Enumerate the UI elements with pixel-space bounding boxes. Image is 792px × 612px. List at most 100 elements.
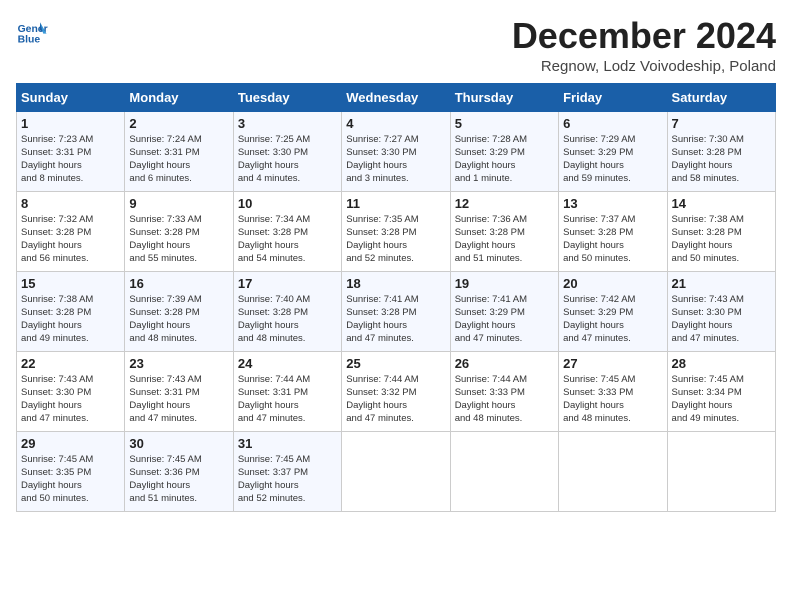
calendar-day-cell: 13 Sunrise: 7:37 AMSunset: 3:28 PMDayligh… xyxy=(559,191,667,271)
weekday-header: Monday xyxy=(125,83,233,111)
calendar-day-cell: 3 Sunrise: 7:25 AMSunset: 3:30 PMDaylight… xyxy=(233,111,341,191)
calendar-day-cell: 4 Sunrise: 7:27 AMSunset: 3:30 PMDaylight… xyxy=(342,111,450,191)
calendar-day-cell xyxy=(559,431,667,511)
calendar-day-cell: 14 Sunrise: 7:38 AMSunset: 3:28 PMDayligh… xyxy=(667,191,775,271)
weekday-header: Friday xyxy=(559,83,667,111)
day-number: 22 xyxy=(21,356,120,371)
day-info: Sunrise: 7:29 AMSunset: 3:29 PMDaylight … xyxy=(563,134,635,185)
day-number: 10 xyxy=(238,196,337,211)
day-info: Sunrise: 7:45 AMSunset: 3:34 PMDaylight … xyxy=(672,374,744,425)
calendar-day-cell: 19 Sunrise: 7:41 AMSunset: 3:29 PMDayligh… xyxy=(450,271,558,351)
day-info: Sunrise: 7:40 AMSunset: 3:28 PMDaylight … xyxy=(238,294,310,345)
calendar-day-cell: 27 Sunrise: 7:45 AMSunset: 3:33 PMDayligh… xyxy=(559,351,667,431)
day-info: Sunrise: 7:34 AMSunset: 3:28 PMDaylight … xyxy=(238,214,310,265)
day-number: 6 xyxy=(563,116,662,131)
day-number: 31 xyxy=(238,436,337,451)
calendar-day-cell: 31 Sunrise: 7:45 AMSunset: 3:37 PMDayligh… xyxy=(233,431,341,511)
calendar-day-cell: 1 Sunrise: 7:23 AMSunset: 3:31 PMDaylight… xyxy=(17,111,125,191)
day-number: 13 xyxy=(563,196,662,211)
logo: General Blue xyxy=(16,16,48,48)
calendar-day-cell: 11 Sunrise: 7:35 AMSunset: 3:28 PMDayligh… xyxy=(342,191,450,271)
day-info: Sunrise: 7:39 AMSunset: 3:28 PMDaylight … xyxy=(129,294,201,345)
weekday-header-row: SundayMondayTuesdayWednesdayThursdayFrid… xyxy=(17,83,776,111)
day-info: Sunrise: 7:36 AMSunset: 3:28 PMDaylight … xyxy=(455,214,527,265)
day-number: 25 xyxy=(346,356,445,371)
day-info: Sunrise: 7:44 AMSunset: 3:32 PMDaylight … xyxy=(346,374,418,425)
day-number: 1 xyxy=(21,116,120,131)
day-info: Sunrise: 7:38 AMSunset: 3:28 PMDaylight … xyxy=(672,214,744,265)
day-number: 12 xyxy=(455,196,554,211)
day-number: 8 xyxy=(21,196,120,211)
day-info: Sunrise: 7:38 AMSunset: 3:28 PMDaylight … xyxy=(21,294,93,345)
day-number: 16 xyxy=(129,276,228,291)
day-number: 28 xyxy=(672,356,771,371)
day-number: 9 xyxy=(129,196,228,211)
day-info: Sunrise: 7:43 AMSunset: 3:30 PMDaylight … xyxy=(672,294,744,345)
weekday-header: Sunday xyxy=(17,83,125,111)
day-info: Sunrise: 7:44 AMSunset: 3:31 PMDaylight … xyxy=(238,374,310,425)
calendar-week-row: 22Sunrise: 7:43 AMSunset: 3:30 PMDayligh… xyxy=(17,351,776,431)
svg-text:Blue: Blue xyxy=(18,34,41,45)
title-block: December 2024 Regnow, Lodz Voivodeship, … xyxy=(512,16,776,75)
day-number: 19 xyxy=(455,276,554,291)
header: General Blue December 2024 Regnow, Lodz … xyxy=(16,16,776,75)
calendar-day-cell xyxy=(450,431,558,511)
day-number: 27 xyxy=(563,356,662,371)
day-number: 14 xyxy=(672,196,771,211)
day-info: Sunrise: 7:24 AMSunset: 3:31 PMDaylight … xyxy=(129,134,201,185)
calendar-week-row: 29Sunrise: 7:45 AMSunset: 3:35 PMDayligh… xyxy=(17,431,776,511)
day-info: Sunrise: 7:45 AMSunset: 3:37 PMDaylight … xyxy=(238,454,310,505)
calendar-day-cell: 23Sunrise: 7:43 AMSunset: 3:31 PMDayligh… xyxy=(125,351,233,431)
day-info: Sunrise: 7:32 AMSunset: 3:28 PMDaylight … xyxy=(21,214,93,265)
calendar-day-cell: 16 Sunrise: 7:39 AMSunset: 3:28 PMDayligh… xyxy=(125,271,233,351)
day-info: Sunrise: 7:25 AMSunset: 3:30 PMDaylight … xyxy=(238,134,310,185)
calendar-table: SundayMondayTuesdayWednesdayThursdayFrid… xyxy=(16,83,776,512)
calendar-day-cell: 21Sunrise: 7:43 AMSunset: 3:30 PMDayligh… xyxy=(667,271,775,351)
calendar-day-cell: 24Sunrise: 7:44 AMSunset: 3:31 PMDayligh… xyxy=(233,351,341,431)
day-info: Sunrise: 7:45 AMSunset: 3:33 PMDaylight … xyxy=(563,374,635,425)
day-number: 3 xyxy=(238,116,337,131)
calendar-day-cell: 20 Sunrise: 7:42 AMSunset: 3:29 PMDayligh… xyxy=(559,271,667,351)
calendar-day-cell: 29Sunrise: 7:45 AMSunset: 3:35 PMDayligh… xyxy=(17,431,125,511)
logo-icon: General Blue xyxy=(16,16,48,48)
day-number: 18 xyxy=(346,276,445,291)
day-number: 29 xyxy=(21,436,120,451)
weekday-header: Wednesday xyxy=(342,83,450,111)
day-info: Sunrise: 7:41 AMSunset: 3:28 PMDaylight … xyxy=(346,294,418,345)
calendar-day-cell: 28 Sunrise: 7:45 AMSunset: 3:34 PMDayligh… xyxy=(667,351,775,431)
day-number: 4 xyxy=(346,116,445,131)
day-number: 15 xyxy=(21,276,120,291)
calendar-week-row: 8 Sunrise: 7:32 AMSunset: 3:28 PMDaylight… xyxy=(17,191,776,271)
day-number: 26 xyxy=(455,356,554,371)
day-number: 17 xyxy=(238,276,337,291)
calendar-subtitle: Regnow, Lodz Voivodeship, Poland xyxy=(512,58,776,75)
day-number: 7 xyxy=(672,116,771,131)
calendar-day-cell: 5Sunrise: 7:28 AMSunset: 3:29 PMDaylight… xyxy=(450,111,558,191)
day-info: Sunrise: 7:28 AMSunset: 3:29 PMDaylight … xyxy=(455,134,527,185)
calendar-day-cell: 15 Sunrise: 7:38 AMSunset: 3:28 PMDayligh… xyxy=(17,271,125,351)
day-info: Sunrise: 7:23 AMSunset: 3:31 PMDaylight … xyxy=(21,134,93,185)
day-number: 11 xyxy=(346,196,445,211)
day-info: Sunrise: 7:41 AMSunset: 3:29 PMDaylight … xyxy=(455,294,527,345)
calendar-day-cell xyxy=(667,431,775,511)
day-info: Sunrise: 7:44 AMSunset: 3:33 PMDaylight … xyxy=(455,374,527,425)
day-number: 23 xyxy=(129,356,228,371)
day-number: 20 xyxy=(563,276,662,291)
day-info: Sunrise: 7:27 AMSunset: 3:30 PMDaylight … xyxy=(346,134,418,185)
calendar-day-cell: 7Sunrise: 7:30 AMSunset: 3:28 PMDaylight… xyxy=(667,111,775,191)
day-info: Sunrise: 7:37 AMSunset: 3:28 PMDaylight … xyxy=(563,214,635,265)
calendar-day-cell: 2Sunrise: 7:24 AMSunset: 3:31 PMDaylight… xyxy=(125,111,233,191)
calendar-day-cell: 12 Sunrise: 7:36 AMSunset: 3:28 PMDayligh… xyxy=(450,191,558,271)
calendar-day-cell: 10 Sunrise: 7:34 AMSunset: 3:28 PMDayligh… xyxy=(233,191,341,271)
weekday-header: Saturday xyxy=(667,83,775,111)
day-info: Sunrise: 7:42 AMSunset: 3:29 PMDaylight … xyxy=(563,294,635,345)
day-info: Sunrise: 7:35 AMSunset: 3:28 PMDaylight … xyxy=(346,214,418,265)
calendar-day-cell: 9Sunrise: 7:33 AMSunset: 3:28 PMDaylight… xyxy=(125,191,233,271)
day-number: 30 xyxy=(129,436,228,451)
calendar-day-cell: 8 Sunrise: 7:32 AMSunset: 3:28 PMDaylight… xyxy=(17,191,125,271)
calendar-week-row: 1 Sunrise: 7:23 AMSunset: 3:31 PMDaylight… xyxy=(17,111,776,191)
calendar-day-cell: 18 Sunrise: 7:41 AMSunset: 3:28 PMDayligh… xyxy=(342,271,450,351)
calendar-day-cell: 17 Sunrise: 7:40 AMSunset: 3:28 PMDayligh… xyxy=(233,271,341,351)
calendar-week-row: 15 Sunrise: 7:38 AMSunset: 3:28 PMDayligh… xyxy=(17,271,776,351)
calendar-day-cell: 26 Sunrise: 7:44 AMSunset: 3:33 PMDayligh… xyxy=(450,351,558,431)
